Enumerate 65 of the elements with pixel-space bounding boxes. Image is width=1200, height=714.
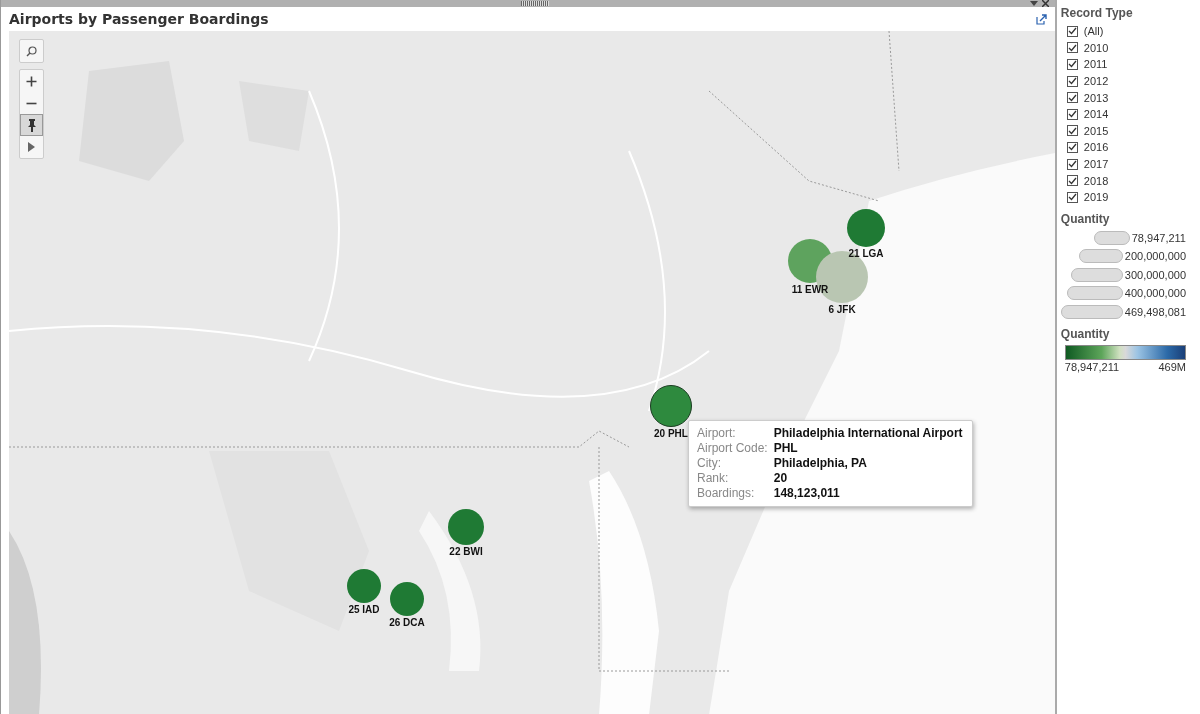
legend-value: 469,498,081 <box>1124 305 1186 318</box>
size-legend-bar <box>1070 267 1123 282</box>
tooltip-value: PHL <box>773 441 799 455</box>
checkbox[interactable] <box>1066 141 1078 153</box>
close-icon[interactable] <box>1041 0 1049 7</box>
checkbox-label[interactable]: 2015 <box>1083 124 1109 137</box>
size-legend-bar <box>1078 249 1123 264</box>
play-icon <box>28 142 35 152</box>
checkbox-label[interactable]: 2019 <box>1083 191 1109 204</box>
export-icon[interactable] <box>1035 13 1047 25</box>
tooltip-value: Philadelphia, PA <box>773 456 868 470</box>
checkbox-label[interactable]: 2014 <box>1083 108 1109 121</box>
checkbox[interactable] <box>1066 59 1078 70</box>
size-legend-bar <box>1066 286 1123 301</box>
checkbox-label[interactable]: 2017 <box>1083 158 1109 171</box>
airport-label: 25 IAD <box>348 604 380 615</box>
legend-title: Quantity <box>1060 327 1111 342</box>
tooltip-label: Boardings: <box>697 486 756 500</box>
checkbox[interactable] <box>1066 158 1078 170</box>
checkbox-label[interactable]: (All) <box>1083 25 1104 38</box>
legend-max: 469M <box>1158 361 1186 374</box>
legend-value: 78,947,211 <box>1131 231 1186 244</box>
airport-label: 22 BWI <box>449 546 483 557</box>
airport-label: 21 LGA <box>848 248 884 259</box>
airport-label: 26 DCA <box>389 617 425 628</box>
tooltip-label: Rank: <box>697 471 730 485</box>
checkbox[interactable] <box>1066 175 1078 187</box>
drag-handle[interactable] <box>521 1 549 6</box>
tooltip-label: Airport: <box>697 426 737 440</box>
filter-title: Record Type <box>1060 6 1134 20</box>
checkbox-label[interactable]: 2010 <box>1083 41 1109 54</box>
tooltip-value: Philadelphia International Airport <box>773 426 963 440</box>
checkbox[interactable] <box>1066 125 1078 137</box>
pin-icon <box>26 118 37 132</box>
size-legend-bar <box>1093 230 1130 245</box>
checkbox-label[interactable]: 2012 <box>1083 75 1109 88</box>
legend-value: 300,000,000 <box>1124 268 1186 281</box>
legend-value: 400,000,000 <box>1124 287 1186 300</box>
plus-icon <box>26 75 37 87</box>
tooltip-label: City: <box>697 456 722 470</box>
chart-title: Airports by Passenger Boardings <box>9 11 269 27</box>
legend-value: 200,000,000 <box>1124 250 1186 263</box>
checkbox[interactable] <box>1066 92 1078 104</box>
legend-title: Quantity <box>1060 211 1111 226</box>
checkbox-label[interactable]: 2011 <box>1083 58 1108 71</box>
tooltip-label: Airport Code: <box>697 441 768 455</box>
airport-label: 11 EWR <box>791 284 829 295</box>
size-legend-bar <box>1060 304 1123 319</box>
checkbox[interactable] <box>1066 42 1078 54</box>
pin-button[interactable] <box>20 114 43 136</box>
checkbox[interactable] <box>1066 75 1078 87</box>
checkbox[interactable] <box>1066 108 1078 120</box>
tooltip-value: 20 <box>773 471 789 485</box>
minus-icon <box>26 101 37 105</box>
checkbox-label[interactable]: 2013 <box>1083 91 1109 104</box>
dropdown-arrow-icon[interactable] <box>1029 1 1038 6</box>
search-icon <box>26 45 37 57</box>
legend-min: 78,947,211 <box>1064 361 1120 374</box>
checkbox[interactable] <box>1066 25 1078 37</box>
airport-label: 20 PHL <box>654 428 688 439</box>
tooltip-value: 148,123,011 <box>773 486 841 500</box>
checkbox[interactable] <box>1066 191 1078 203</box>
airport-label: 6 JFK <box>828 304 856 315</box>
checkbox-label[interactable]: 2018 <box>1083 174 1109 187</box>
checkbox-label[interactable]: 2016 <box>1083 141 1109 154</box>
